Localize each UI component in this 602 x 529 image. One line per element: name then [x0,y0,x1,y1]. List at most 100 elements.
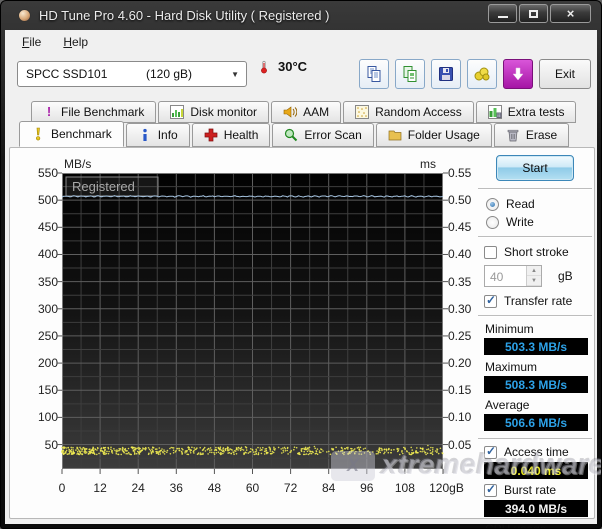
short-stroke-row[interactable]: Short stroke [484,245,594,259]
spin-down-icon[interactable]: ▼ [527,276,541,286]
axis-tick-label: 300 [37,301,58,316]
tab-label: AAM [303,105,330,119]
axis-tick-label: 50 [44,437,58,452]
transfer-rate-label: Transfer rate [504,294,573,308]
start-label: Start [522,161,548,175]
transfer-rate-checkbox[interactable] [484,293,497,308]
tab-info[interactable]: Info [125,123,190,147]
axis-tick-label: 0.10 [448,410,472,425]
axis-tick-label: 500 [37,193,58,208]
axis-tick-label: 200 [37,356,58,371]
save-button[interactable] [431,59,461,89]
maximize-button[interactable] [519,4,548,23]
tab-health[interactable]: Health [191,123,271,147]
burst-rate-checkbox[interactable] [484,482,497,497]
dotted-pattern-icon [355,105,370,119]
short-stroke-label: Short stroke [504,245,569,259]
axis-tick-label: 0.35 [448,274,472,289]
options-button[interactable] [467,59,497,89]
menu-file[interactable]: File [13,33,50,51]
maximum-label: Maximum [485,360,538,374]
tab-random-access[interactable]: Random Access [343,101,474,123]
capacity-stepper[interactable]: 40 ▲ ▼ [484,265,542,287]
axis-tick-label: 84 [322,481,336,495]
axis-tick-label: 48 [207,481,222,495]
access-time-label: Access time [504,445,569,459]
y-axis-right-unit: ms [420,157,436,171]
axis-tick-label: 0.40 [448,247,472,262]
axis-tick-label: 0.15 [448,383,472,398]
axis-tick-label: 12 [93,481,107,495]
exit-button[interactable]: Exit [539,59,591,89]
folder-icon [388,130,402,141]
tab-folder-usage[interactable]: Folder Usage [375,123,492,147]
write-radio[interactable] [486,215,499,229]
toolbar: SPCC SSD101 (120 gB) ▼ 30°C Exit [5,53,597,99]
maximize-icon [529,9,538,18]
update-button[interactable] [503,59,533,89]
benchmark-plot: Registered [57,172,448,474]
tab-label: Benchmark [51,127,112,141]
info-icon [143,128,147,141]
average-value: 506.6 MB/s [504,415,568,430]
menu-bar: File Help [5,30,597,53]
minimize-button[interactable] [488,4,517,23]
axis-tick-label: 550 [37,166,58,180]
separator [478,315,592,317]
copy-button[interactable] [359,59,389,89]
copy-image-button[interactable] [395,59,425,89]
tab-disk-monitor[interactable]: Disk monitor [158,101,270,123]
axis-tick-label: 72 [283,481,298,495]
read-radio[interactable] [486,197,499,211]
axis-tick-label: 96 [360,481,374,495]
axis-tick-label: 0.45 [448,220,472,235]
tab-label: Health [223,128,259,142]
svg-text:Registered: Registered [72,179,135,194]
drive-select-dropdown[interactable]: SPCC SSD101 (120 gB) ▼ [17,61,247,87]
menu-help[interactable]: Help [54,33,97,51]
window-title: HD Tune Pro 4.60 - Hard Disk Utility ( R… [39,8,330,23]
tab-extra-tests[interactable]: Extra tests [475,101,577,123]
copy-image-icon [403,66,417,82]
magnifier-icon [285,128,298,142]
tab-aam[interactable]: AAM [271,101,342,123]
write-label: Write [506,215,534,229]
short-stroke-checkbox[interactable] [484,245,497,259]
transfer-rate-row[interactable]: Transfer rate [484,293,594,308]
close-button[interactable]: × [550,4,591,23]
axis-tick-label: 60 [245,481,260,495]
tab-erase[interactable]: Erase [493,123,570,147]
burst-rate-label: Burst rate [504,483,557,497]
tab-error-scan[interactable]: Error Scan [272,123,374,147]
trash-icon [507,129,519,142]
chevron-down-icon: ▼ [231,69,239,79]
red-cross-icon [204,128,218,142]
drive-size: (120 gB) [146,67,193,81]
benchmark-page: MB/s ms 550 500 450 400 350 300 250 200 150 100 50… [9,147,595,528]
burst-rate-row[interactable]: Burst rate [484,482,594,497]
tab-benchmark[interactable]: Benchmark [19,121,124,147]
exclamation-yellow-icon [36,127,41,141]
tab-strip-bottom: Benchmark Info Health Error Scan Folder … [5,121,571,147]
benchmark-controls: Start Read Write Short stroke 40 ▲ ▼ gB … [476,151,594,528]
thermometer-icon[interactable] [257,60,271,74]
capacity-value: 40 [490,270,504,284]
title-bar[interactable]: HD Tune Pro 4.60 - Hard Disk Utility ( R… [1,1,601,30]
axis-tick-label: 108 [394,481,415,495]
separator [478,188,592,190]
app-icon [18,9,31,22]
tab-file-benchmark[interactable]: ! File Benchmark [31,101,157,123]
tab-label: Disk monitor [190,105,258,119]
access-time-row[interactable]: Access time [484,444,594,459]
y-axis-left-unit: MB/s [64,157,92,171]
temperature-value: 30°C [278,59,308,74]
spin-up-icon[interactable]: ▲ [527,266,541,276]
write-radio-row[interactable]: Write [486,215,594,229]
average-label: Average [485,398,530,412]
start-button[interactable]: Start [496,155,574,181]
access-time-checkbox[interactable] [484,444,497,459]
tab-strip-top: ! File Benchmark Disk monitor AAM Random… [5,101,578,123]
read-radio-row[interactable]: Read [486,197,594,211]
tab-label: File Benchmark [61,105,145,119]
minimum-value: 503.3 MB/s [504,339,568,354]
